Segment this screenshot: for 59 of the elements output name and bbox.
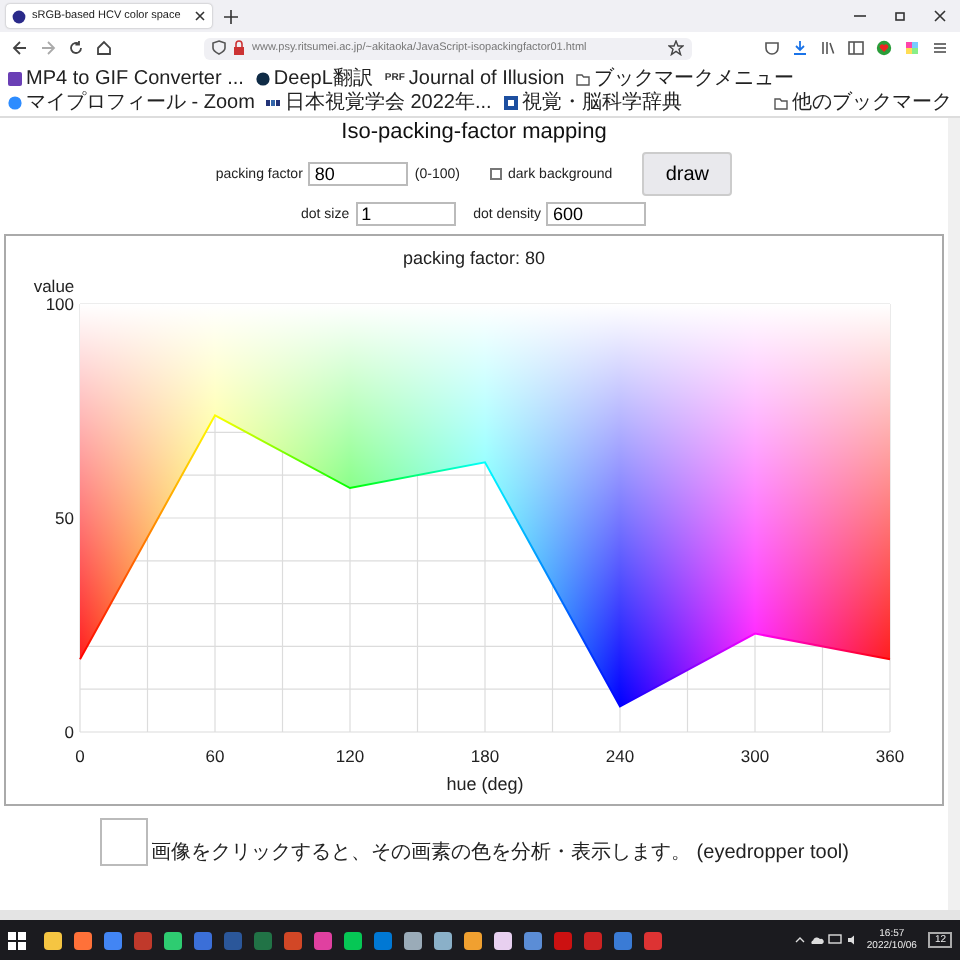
heart-icon[interactable]	[876, 40, 892, 56]
bookmark-icon	[576, 71, 591, 85]
axis-tick-label: 50	[55, 508, 74, 528]
home-icon[interactable]	[96, 40, 112, 56]
axis-tick-label: 360	[875, 746, 905, 766]
bookmark-link[interactable]: DeepL翻訳	[273, 64, 373, 92]
close-icon[interactable]	[194, 10, 207, 22]
draw-button[interactable]: draw	[642, 152, 733, 196]
windows-logo-icon[interactable]	[8, 931, 26, 949]
plus-icon[interactable]	[224, 9, 239, 23]
axis-tick-label: 240	[605, 746, 635, 766]
bookmark-link[interactable]: ブックマークメニュー	[594, 64, 795, 92]
bookmark-icon	[255, 71, 270, 85]
page-heading: Iso-packing-factor mapping	[341, 120, 607, 144]
axis-label: hue (deg)	[446, 774, 524, 794]
color-swatch	[99, 818, 148, 866]
axis-tick-label: 0	[75, 746, 85, 766]
dark-background-checkbox[interactable]	[490, 168, 502, 180]
packing-factor-field[interactable]: 80	[308, 162, 409, 186]
puzzle-icon[interactable]	[904, 40, 920, 56]
instruction-text: 画像をクリックすると、その画素の色を分析・表示します。 (eyedropper tool)	[151, 839, 849, 866]
axis-tick-label: 60	[205, 746, 225, 766]
menu-icon[interactable]	[932, 40, 948, 56]
bookmark-link[interactable]: マイプロフィール - Zoom	[26, 88, 255, 116]
back-arrow-icon[interactable]	[12, 40, 28, 56]
caret-up-icon[interactable]	[794, 934, 807, 946]
bookmark-link[interactable]: Journal of Illusion	[408, 67, 565, 89]
library-icon[interactable]	[820, 40, 836, 56]
star-icon[interactable]	[668, 40, 684, 56]
dot-size-field[interactable]: 1	[355, 202, 456, 226]
cloud-icon[interactable]	[810, 934, 825, 946]
monitor-icon[interactable]	[828, 934, 843, 946]
close-icon[interactable]	[934, 10, 946, 22]
axis-tick-label: 180	[470, 746, 500, 766]
scrollbar[interactable]	[948, 118, 960, 910]
reload-icon[interactable]	[68, 40, 84, 56]
axis-tick-label: 300	[740, 746, 770, 766]
speaker-icon[interactable]	[846, 934, 859, 946]
bookmark-link[interactable]: 日本視覚学会 2022年...	[284, 88, 492, 116]
download-icon[interactable]	[792, 40, 808, 56]
axis-tick-label: 100	[45, 294, 74, 314]
scrollbar[interactable]	[0, 910, 960, 920]
restore-icon[interactable]	[894, 10, 906, 22]
minimize-icon[interactable]	[854, 10, 866, 22]
dot-density-field[interactable]: 600	[546, 202, 647, 226]
shield-icon[interactable]	[212, 40, 226, 56]
axis-label: value	[33, 276, 75, 296]
folder-icon	[774, 95, 788, 109]
sidebar-icon[interactable]	[848, 40, 864, 56]
bookmark-link[interactable]: MP4 to GIF Converter ...	[26, 67, 244, 89]
bookmark-icon	[503, 95, 518, 109]
bookmark-link[interactable]: 視覚・脳科学辞典	[521, 88, 682, 116]
other-bookmarks-link[interactable]: 他のブックマーク	[792, 88, 952, 116]
axis-tick-label: 0	[64, 722, 74, 742]
axis-tick-label: 120	[335, 746, 365, 766]
bookmark-icon	[266, 95, 281, 109]
pocket-icon[interactable]	[764, 40, 780, 56]
lock-icon[interactable]	[232, 40, 246, 56]
chart-title: packing factor: 80	[402, 248, 546, 268]
